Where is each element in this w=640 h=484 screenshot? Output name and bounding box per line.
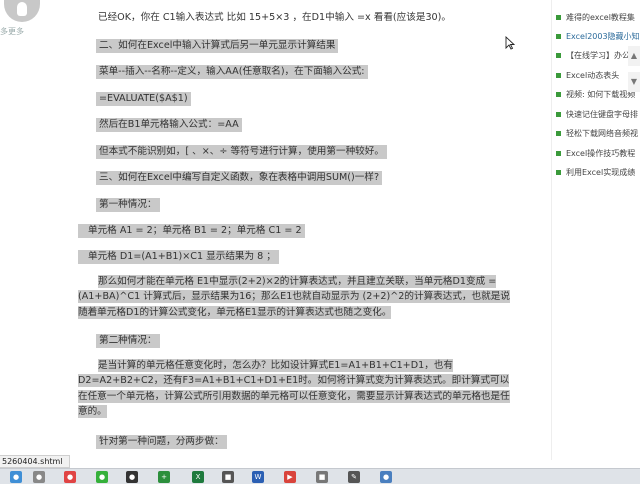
qq-icon[interactable]: ● [126,471,138,483]
bullet-icon [556,52,561,58]
tool-icon[interactable]: ■ [316,471,328,483]
case2-paragraph: 是当计算的单元格任意变化时，怎么办？比如设计算式E1=A1+B1+C1+D1，也… [78,359,510,419]
more-link[interactable]: 多更多 [0,26,24,37]
section-heading-2: 二、如何在Excel中输入计算式后另一单元显示计算结果 [96,39,339,53]
bullet-icon [556,111,561,117]
formula-text: =EVALUATE($A$1) [96,92,191,106]
user-icon[interactable]: ● [33,471,45,483]
related-item[interactable]: 难得的excel教程集 [556,11,635,23]
mouse-cursor-icon [505,36,515,50]
bullet-icon [556,72,561,78]
case2-title: 第二种情况： [96,334,160,348]
word-icon[interactable]: W [252,471,264,483]
wechat-icon[interactable]: ● [96,471,108,483]
case-answer-text: 针对第一种问题，分两步做： [96,435,227,449]
scroll-down-button[interactable]: ▼ [628,72,640,92]
bullet-icon [556,33,561,39]
bullet-icon [556,169,561,175]
related-item[interactable]: 视频: 如何下载视频 [556,88,635,100]
status-url: 5260404.shtml [0,455,70,468]
left-sidebar: 多更多 [0,0,78,460]
section-heading-3: 三、如何在Excel中编写自定义函数，象在表格中调用SUM()一样? [96,171,383,185]
plus-icon[interactable]: + [158,471,170,483]
related-item[interactable]: 快速记住键盘字母排 [556,108,638,120]
bullet-icon [556,130,561,136]
related-item[interactable]: Excel2003隐藏小知 [556,30,640,42]
bullet-icon [556,91,561,97]
taskbar: ● ● ● ● ● + X ■ W ▶ ■ ✎ ● [0,468,640,484]
scroll-up-button[interactable]: ▲ [628,46,640,66]
case1-d1-text: 单元格 D1=(A1+B1)×C1 显示结果为 8 ； [78,250,279,264]
bullet-icon [556,150,561,156]
related-item[interactable]: 轻松下载网络音频视 [556,127,638,139]
app-icon[interactable]: ■ [222,471,234,483]
menu-path-text: 菜单--插入--名称--定义，输入AA(任意取名)，在下面输入公式: [96,65,368,79]
case1-paragraph: 那么如何才能在单元格 E1中显示(2+2)×2的计算表达式，并且建立关联，当单元… [78,275,510,319]
intro-text: 已经OK，你在 C1输入表达式 比如 15+5×3 ，在D1中输入 =x 看看(… [98,12,451,23]
baofeng-icon[interactable]: ● [64,471,76,483]
related-item[interactable]: 【在线学习】办公室 [556,49,638,61]
related-links-panel: 难得的excel教程集 Excel2003隐藏小知 【在线学习】办公室 Exce… [551,0,640,460]
excel-icon[interactable]: X [192,471,204,483]
related-item[interactable]: Excel操作技巧教程 [556,147,635,159]
pen-icon[interactable]: ✎ [348,471,360,483]
case1-title: 第一种情况： [96,198,160,212]
chrome-icon[interactable]: ● [10,471,22,483]
bullet-icon [556,14,561,20]
article-body: 已经OK，你在 C1输入表达式 比如 15+5×3 ，在D1中输入 =x 看看(… [78,0,520,460]
related-item[interactable]: 利用Excel实现成绩 [556,166,635,178]
b1-formula-text: 然后在B1单元格输入公式：=AA [96,118,242,132]
avatar[interactable] [4,0,40,22]
globe-icon[interactable]: ● [380,471,392,483]
player-icon[interactable]: ▶ [284,471,296,483]
related-item[interactable]: Excel动态表头 [556,69,619,81]
note-text: 但本式不能识别如，[ 、×、÷ 等符号进行计算，使用第一种较好。 [96,145,387,159]
case1-cells: 单元格 A1 = 2；单元格 B1 = 2；单元格 C1 = 2 [78,224,305,238]
